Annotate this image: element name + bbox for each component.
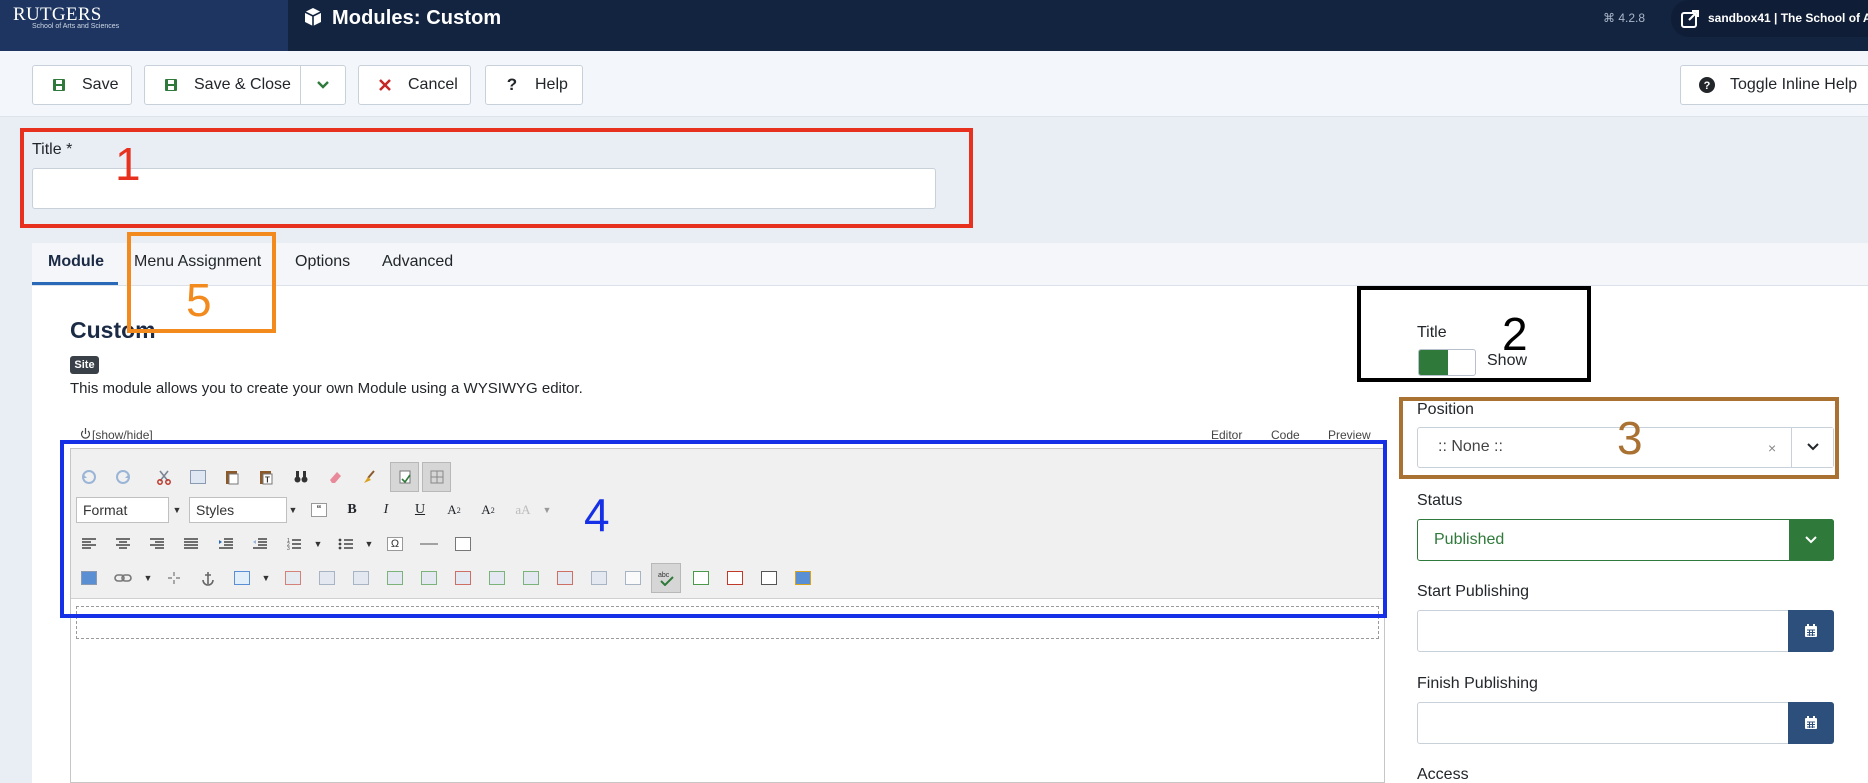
save-icon [162,76,180,94]
annotation-box-2 [1357,286,1591,382]
site-link-label: sandbox41 | The School of Ar... [1708,11,1868,25]
save-label: Save [82,76,119,93]
power-icon [80,428,91,439]
external-link-icon [1681,10,1699,28]
annotation-box-1 [20,128,973,228]
module-description: This module allows you to create your ow… [70,380,583,397]
site-badge: Site [70,356,99,374]
cancel-button[interactable]: Cancel [358,65,471,105]
annotation-number-3: 3 [1617,412,1643,464]
status-label: Status [1417,492,1463,509]
toggle-inline-help-label: Toggle Inline Help [1730,76,1858,93]
logo-subtitle: School of Arts and Sciences [32,23,120,30]
cube-icon [304,8,322,26]
question-circle-icon: ? [1698,76,1716,94]
status-value: Published [1434,531,1505,548]
tab-module[interactable]: Module [48,253,104,271]
calendar-icon [1805,716,1817,729]
help-label: Help [535,76,568,93]
finish-publishing-calendar-button[interactable] [1788,702,1834,744]
cancel-label: Cancel [408,76,458,93]
chevron-down-icon [317,81,329,89]
annotation-number-5: 5 [186,274,212,326]
save-close-label: Save & Close [194,76,291,93]
version-label: ⌘ 4.2.8 [1603,11,1646,25]
save-button[interactable]: Save [32,65,132,105]
tab-advanced[interactable]: Advanced [382,253,453,271]
access-label: Access [1417,766,1469,783]
page-title: Modules: Custom [332,7,502,29]
save-icon [50,76,68,94]
help-button[interactable]: ? Help [485,65,583,105]
save-dropdown-button[interactable] [300,65,346,105]
close-icon [376,76,394,94]
start-publishing-calendar-button[interactable] [1788,610,1834,652]
annotation-number-1: 1 [115,138,141,190]
finish-publishing-label: Finish Publishing [1417,675,1538,692]
status-dropdown-button[interactable] [1789,519,1834,561]
toggle-inline-help-button[interactable]: ? Toggle Inline Help [1680,65,1868,105]
tab-options[interactable]: Options [295,253,350,271]
annotation-number-2: 2 [1502,308,1528,360]
calendar-icon [1805,624,1817,637]
start-publishing-input[interactable] [1417,610,1789,652]
annotation-number-4: 4 [584,489,610,541]
active-tab-indicator [32,282,118,285]
save-close-button[interactable]: Save & Close [144,65,301,105]
question-icon: ? [506,75,518,94]
finish-publishing-input[interactable] [1417,702,1789,744]
annotation-box-4 [60,440,1387,618]
start-publishing-label: Start Publishing [1417,583,1530,600]
chevron-down-icon [1805,536,1817,544]
svg-text:?: ? [1704,80,1711,92]
